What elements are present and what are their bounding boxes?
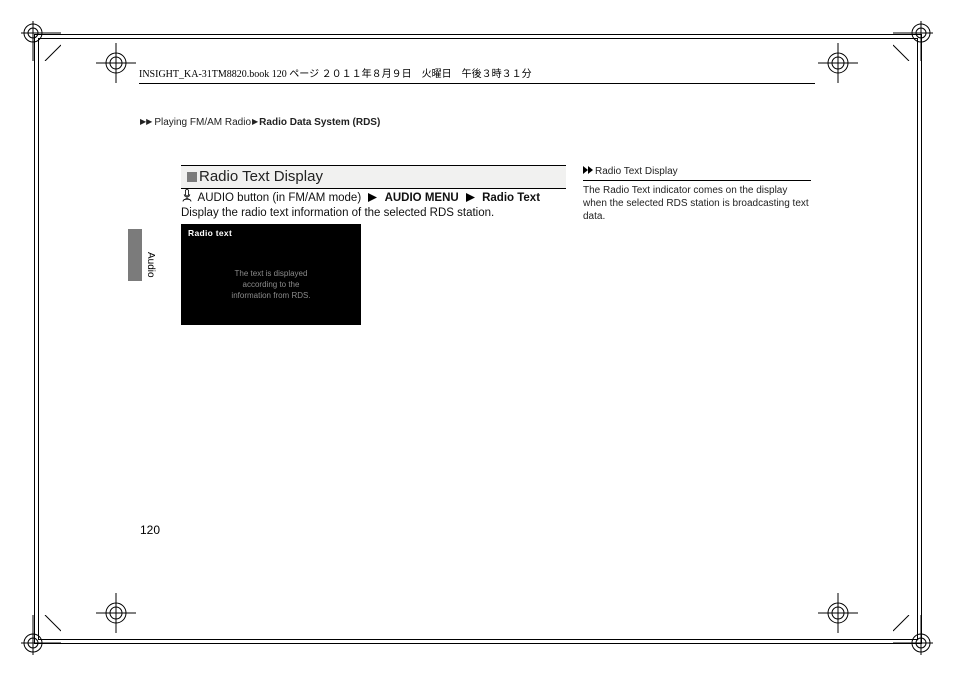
crop-border-inner: [38, 38, 918, 640]
breadcrumb: ▶▶Playing FM/AM Radio▶Radio Data System …: [140, 117, 380, 128]
page-number: 120: [140, 523, 160, 537]
breadcrumb-level-2: Radio Data System (RDS): [259, 117, 380, 128]
screenshot-label: Radio text: [188, 228, 232, 238]
note-arrow-icon: [583, 166, 593, 177]
procedure-step-1: AUDIO MENU: [385, 192, 459, 204]
sidebar-heading: Radio Text Display: [583, 166, 811, 181]
audio-button-icon: [181, 189, 193, 205]
section-tab: [128, 229, 142, 281]
section-marker-icon: [187, 172, 197, 182]
section-heading: Radio Text Display: [181, 165, 566, 189]
breadcrumb-level-1: Playing FM/AM Radio: [154, 117, 251, 128]
description-text: Display the radio text information of th…: [181, 207, 494, 219]
section-tab-label: Audio: [145, 252, 156, 278]
screenshot-line-1: The text is displayed: [181, 268, 361, 279]
sidebar-body-text: The Radio Text indicator comes on the di…: [583, 184, 811, 223]
screenshot-line-2: according to the: [181, 279, 361, 290]
book-metadata-text: INSIGHT_KA-31TM8820.book 120 ページ ２０１１年８月…: [139, 69, 532, 80]
breadcrumb-arrow-icon: ▶▶: [140, 117, 152, 126]
display-screenshot: Radio text The text is displayed accordi…: [181, 224, 361, 325]
page-root: INSIGHT_KA-31TM8820.book 120 ページ ２０１１年８月…: [0, 0, 954, 675]
sidebar-heading-text: Radio Text Display: [595, 166, 678, 177]
screenshot-line-3: information from RDS.: [181, 290, 361, 301]
section-heading-text: Radio Text Display: [199, 168, 323, 185]
triangle-right-icon: [466, 193, 475, 205]
breadcrumb-arrow-icon: ▶: [252, 117, 258, 126]
procedure-line: AUDIO button (in FM/AM mode) AUDIO MENU …: [181, 189, 540, 205]
triangle-right-icon: [368, 193, 377, 205]
screenshot-body: The text is displayed according to the i…: [181, 268, 361, 301]
procedure-pre-text: AUDIO button (in FM/AM mode): [195, 192, 364, 204]
book-metadata-line: INSIGHT_KA-31TM8820.book 120 ページ ２０１１年８月…: [139, 65, 815, 84]
procedure-step-2: Radio Text: [482, 192, 540, 204]
